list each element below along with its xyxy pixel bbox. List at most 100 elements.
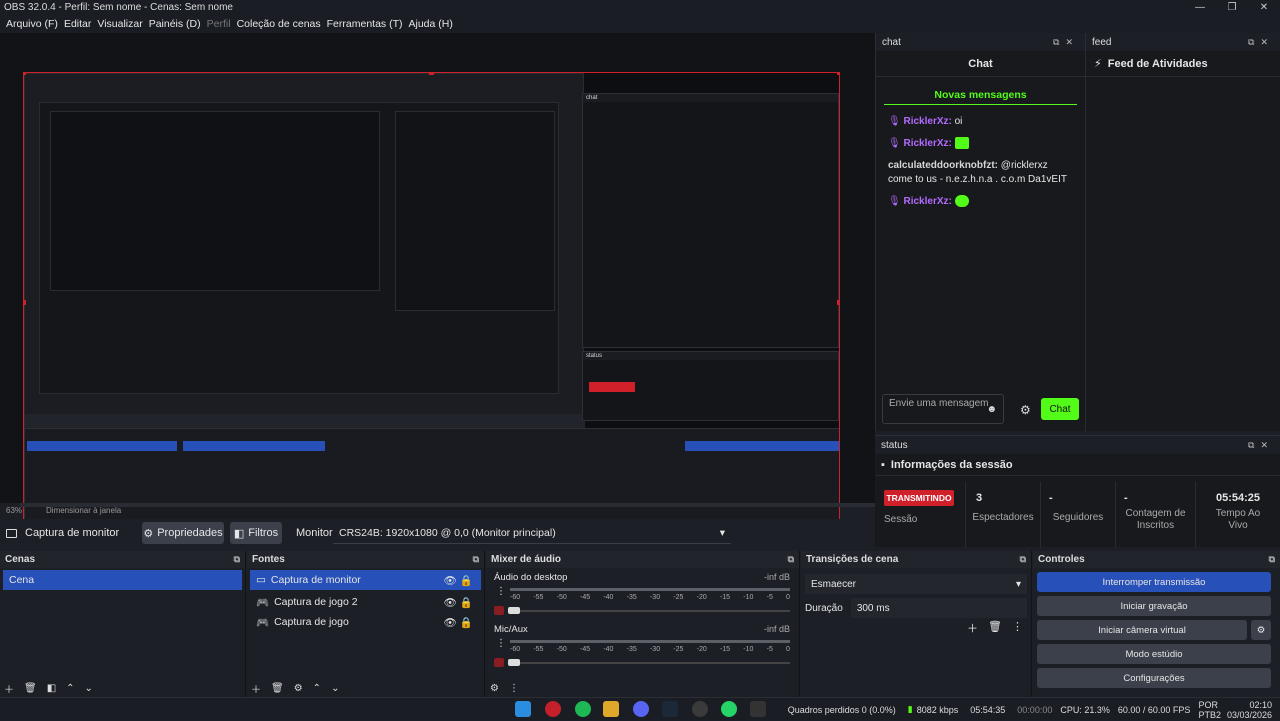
language-layout[interactable]: PTB2 [1198,710,1221,720]
eye-icon[interactable]: 👁 [444,616,457,629]
volume-knob[interactable] [508,659,520,666]
mute-icon[interactable] [494,606,504,615]
nested-capture [24,73,585,428]
volume-knob[interactable] [508,607,520,614]
menu-edit[interactable]: Editar [64,18,91,30]
epic-games-icon[interactable] [750,701,766,717]
fps: 60.00 / 60.00 FPS [1117,704,1191,715]
opera-icon[interactable] [545,701,561,717]
add-icon[interactable]: ＋ [967,620,978,636]
steam-icon[interactable] [662,701,678,717]
trash-icon[interactable]: 🗑 [271,683,284,694]
menu-tools[interactable]: Ferramentas (T) [327,18,403,30]
virtual-camera-settings-icon[interactable]: ⚙ [1251,620,1271,640]
studio-mode-button[interactable]: Modo estúdio [1037,644,1271,664]
source-name: Captura de monitor [25,527,120,539]
emoji-icon[interactable]: ☻ [986,404,997,415]
menu-dots-icon[interactable]: ⋮ [1012,620,1023,636]
folder-icon[interactable] [603,701,619,717]
mic-icon: 🎙 [888,138,901,149]
monitor-icon: ▭ [256,574,266,586]
sources-dock: Fontes ⧉ ▭ Captura de monitor 👁 🔒 🎮 Captura… [247,551,485,697]
mic-icon: 🎙 [888,196,901,207]
monitor-select[interactable]: CRS24B: 1920x1080 @ 0,0 (Monitor princip… [333,522,731,544]
properties-button[interactable]: ⚙ Propriedades [142,522,224,544]
start-recording-button[interactable]: Iniciar gravação [1037,596,1271,616]
status-dock-title: status [881,439,908,451]
channel-name: Mic/Aux [494,624,528,635]
add-icon[interactable]: ＋ [251,681,261,696]
preview-scrollbar[interactable] [20,503,875,507]
maximize-icon[interactable]: ❐ [1216,0,1248,15]
chat-send-button[interactable]: Chat [1041,398,1079,420]
menu-profile[interactable]: Perfil [207,18,231,30]
taskbar: Quadros perdidos 0 (0.0%) ▮ 8082 kbps 05… [0,697,1280,720]
dock-float-icon[interactable]: ⧉ [1269,554,1275,565]
lock-icon[interactable]: 🔒 [460,574,473,587]
start-virtual-camera-button[interactable]: Iniciar câmera virtual [1037,620,1247,640]
gear-icon[interactable]: ⚙ [294,683,303,694]
resize-to-window[interactable]: Dimensionar à janela [46,506,121,515]
emote-icon [954,137,969,150]
dock-controls-icon[interactable]: ⧉✕ [1248,37,1274,48]
gear-icon[interactable]: ⚙ [490,683,499,694]
obs-icon[interactable] [692,701,708,717]
menu-scene-collection[interactable]: Coleção de cenas [237,18,321,30]
dock-controls-icon[interactable]: ⧉✕ [1248,440,1274,451]
filters-button[interactable]: ◧ Filtros [230,522,282,544]
source-item[interactable]: 🎮 Captura de jogo 2 👁 🔒 [250,592,481,612]
stop-streaming-button[interactable]: Interromper transmissão [1037,572,1271,592]
menu-help[interactable]: Ajuda (H) [408,18,452,30]
stat-label: Contagem de Inscritos [1125,508,1186,531]
lock-icon[interactable]: 🔒 [460,596,473,609]
source-item[interactable]: 🎮 Captura de jogo 👁 🔒 [250,612,481,632]
lock-icon[interactable]: 🔒 [460,616,473,629]
add-icon[interactable]: ＋ [4,681,14,696]
windows-start-icon[interactable] [515,701,531,717]
chat-input[interactable]: Envie uma mensagem ☻ [882,394,1004,424]
dock-float-icon[interactable]: ⧉ [234,554,240,565]
menu-dots-icon[interactable]: ⋮ [496,586,506,597]
mute-icon[interactable] [494,658,504,667]
chevron-down-icon: ▾ [719,526,725,539]
mic-icon: 🎙 [888,116,901,127]
scene-item[interactable]: Cena [3,570,242,590]
eye-icon[interactable]: 👁 [444,574,457,587]
spotify-icon[interactable] [575,701,591,717]
clock-time[interactable]: 02:10 [1227,700,1272,710]
menu-dots-icon[interactable]: ⋮ [509,683,519,694]
filter-icon[interactable]: ◧ [47,683,56,694]
minimize-icon[interactable]: — [1184,0,1216,15]
dock-controls-icon[interactable]: ⧉✕ [1053,37,1079,48]
clock-date[interactable]: 03/03/2026 [1227,710,1272,720]
menu-docks[interactable]: Painéis (D) [149,18,201,30]
chevron-up-icon[interactable]: ⌃ [313,683,321,694]
close-icon[interactable]: ✕ [1248,0,1280,15]
dock-float-icon[interactable]: ⧉ [1020,554,1026,565]
duration-input[interactable]: 300 ms [850,598,1027,618]
whatsapp-icon[interactable] [721,701,737,717]
trash-icon[interactable]: 🗑 [24,683,37,694]
trash-icon[interactable]: 🗑 [988,620,1002,636]
volume-slider[interactable] [510,662,790,664]
discord-icon[interactable] [633,701,649,717]
dock-float-icon[interactable]: ⧉ [788,554,794,565]
preview-area[interactable]: chat status 63% Dimensionar à janela [0,33,875,531]
status-bar: Quadros perdidos 0 (0.0%) ▮ 8082 kbps 05… [788,698,1280,721]
menu-view[interactable]: Visualizar [97,18,142,30]
chevron-down-icon[interactable]: ⌄ [331,683,339,694]
volume-slider[interactable] [510,610,790,612]
chevron-up-icon[interactable]: ⌃ [66,683,74,694]
menu-file[interactable]: Arquivo (F) [6,18,58,30]
settings-button[interactable]: Configurações [1037,668,1271,688]
chevron-down-icon[interactable]: ⌄ [85,683,93,694]
zoom-level: 63% [6,506,23,515]
menu-dots-icon[interactable]: ⋮ [496,638,506,649]
preview-canvas[interactable]: chat status [23,72,840,531]
chat-settings-icon[interactable]: ⚙ [1020,403,1031,417]
dock-float-icon[interactable]: ⧉ [473,554,479,565]
eye-icon[interactable]: 👁 [444,596,457,609]
source-item[interactable]: ▭ Captura de monitor 👁 🔒 [250,570,481,590]
language[interactable]: POR [1198,700,1221,710]
transition-select[interactable]: Esmaecer ▾ [805,574,1027,594]
